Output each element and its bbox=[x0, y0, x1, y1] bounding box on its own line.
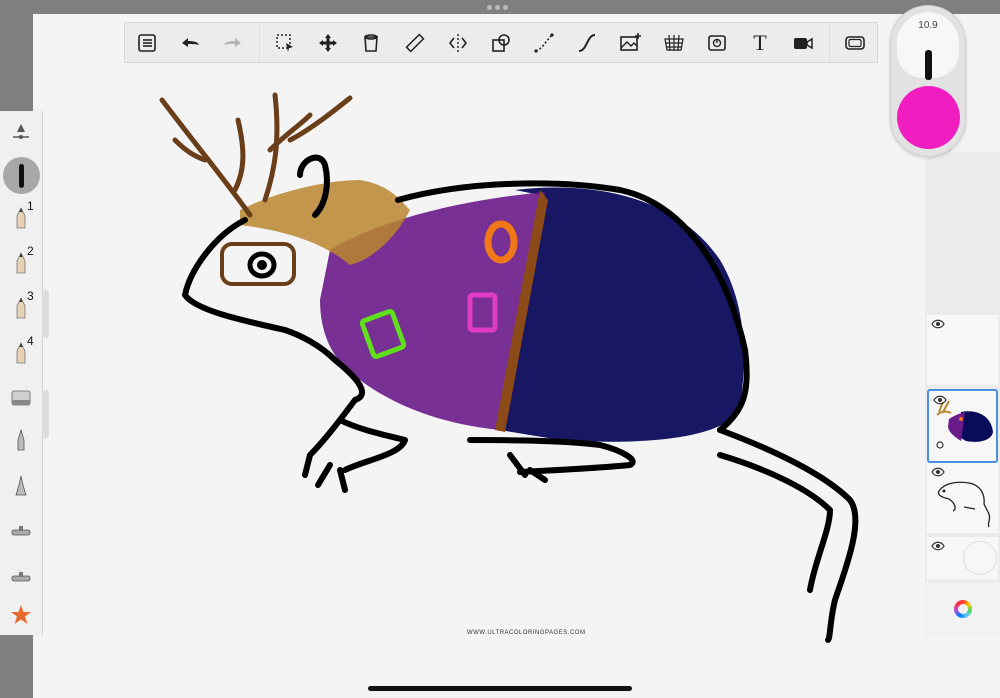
eye-icon[interactable] bbox=[931, 541, 945, 551]
symmetry-icon[interactable] bbox=[436, 23, 479, 62]
marker-icon[interactable] bbox=[0, 466, 42, 506]
layer-empty[interactable] bbox=[927, 315, 998, 385]
rat-drawing bbox=[159, 92, 859, 643]
pencil-preset-4[interactable]: 4 bbox=[0, 334, 42, 374]
perspective-icon[interactable] bbox=[652, 23, 695, 62]
color-editor-button[interactable] bbox=[925, 583, 1000, 635]
eye-icon[interactable] bbox=[931, 319, 945, 329]
palette-resize-handle[interactable] bbox=[42, 290, 49, 338]
transform-icon[interactable] bbox=[307, 23, 350, 62]
video-icon[interactable] bbox=[782, 23, 825, 62]
brush-palette: 1 2 3 4 bbox=[0, 111, 43, 635]
preset-number: 4 bbox=[27, 334, 34, 348]
fullscreen-icon[interactable] bbox=[834, 23, 877, 62]
favorites-star-icon[interactable] bbox=[0, 595, 42, 635]
menu-list-icon[interactable] bbox=[125, 23, 168, 62]
brush-size-bar bbox=[925, 50, 932, 80]
watermark-text: WWW.ULTRACOLORINGPAGES.COM bbox=[467, 630, 586, 636]
redo-icon[interactable] bbox=[211, 23, 254, 62]
pencil-preset-1[interactable]: 1 bbox=[0, 199, 42, 239]
home-indicator bbox=[368, 686, 632, 691]
text-icon[interactable]: T bbox=[738, 23, 781, 62]
top-toolbar: T bbox=[124, 22, 878, 63]
brush-settings-icon[interactable] bbox=[0, 113, 42, 153]
preset-number: 1 bbox=[27, 199, 34, 213]
stroke-icon[interactable] bbox=[566, 23, 609, 62]
eye-icon[interactable] bbox=[933, 395, 947, 405]
size-opacity-control[interactable]: 10.9 bbox=[897, 12, 959, 80]
brush-size-value: 10.9 bbox=[918, 20, 938, 31]
eye-icon[interactable] bbox=[931, 467, 945, 477]
brush-puck[interactable]: 10.9 bbox=[891, 6, 965, 156]
layer-coloring[interactable] bbox=[927, 389, 998, 463]
brush-size-indicator[interactable] bbox=[3, 157, 40, 194]
smudge-icon[interactable] bbox=[0, 556, 42, 596]
selection-icon[interactable] bbox=[264, 23, 307, 62]
preset-number: 2 bbox=[27, 244, 34, 258]
flipbook-icon[interactable] bbox=[695, 23, 738, 62]
airbrush-icon[interactable] bbox=[0, 511, 42, 551]
pencil-preset-2[interactable]: 2 bbox=[0, 244, 42, 284]
curve-icon[interactable] bbox=[523, 23, 566, 62]
color-wheel-icon bbox=[953, 600, 972, 618]
pencil-preset-3[interactable]: 3 bbox=[0, 289, 42, 329]
current-color-swatch[interactable] bbox=[897, 86, 960, 149]
layer-line-art[interactable] bbox=[927, 463, 998, 533]
fill-icon[interactable] bbox=[350, 23, 393, 62]
layer-thumbnail bbox=[937, 481, 991, 528]
image-icon[interactable] bbox=[609, 23, 652, 62]
ruler-icon[interactable] bbox=[393, 23, 436, 62]
eraser-icon[interactable] bbox=[0, 377, 42, 417]
preset-number: 3 bbox=[27, 289, 34, 303]
palette-resize-handle[interactable] bbox=[42, 390, 49, 438]
background-color-circle[interactable] bbox=[963, 541, 997, 575]
layer-background[interactable] bbox=[927, 537, 998, 579]
shape-icon[interactable] bbox=[479, 23, 522, 62]
layer-thumbnail bbox=[936, 400, 993, 449]
undo-icon[interactable] bbox=[168, 23, 211, 62]
ink-pen-icon[interactable] bbox=[0, 421, 42, 461]
